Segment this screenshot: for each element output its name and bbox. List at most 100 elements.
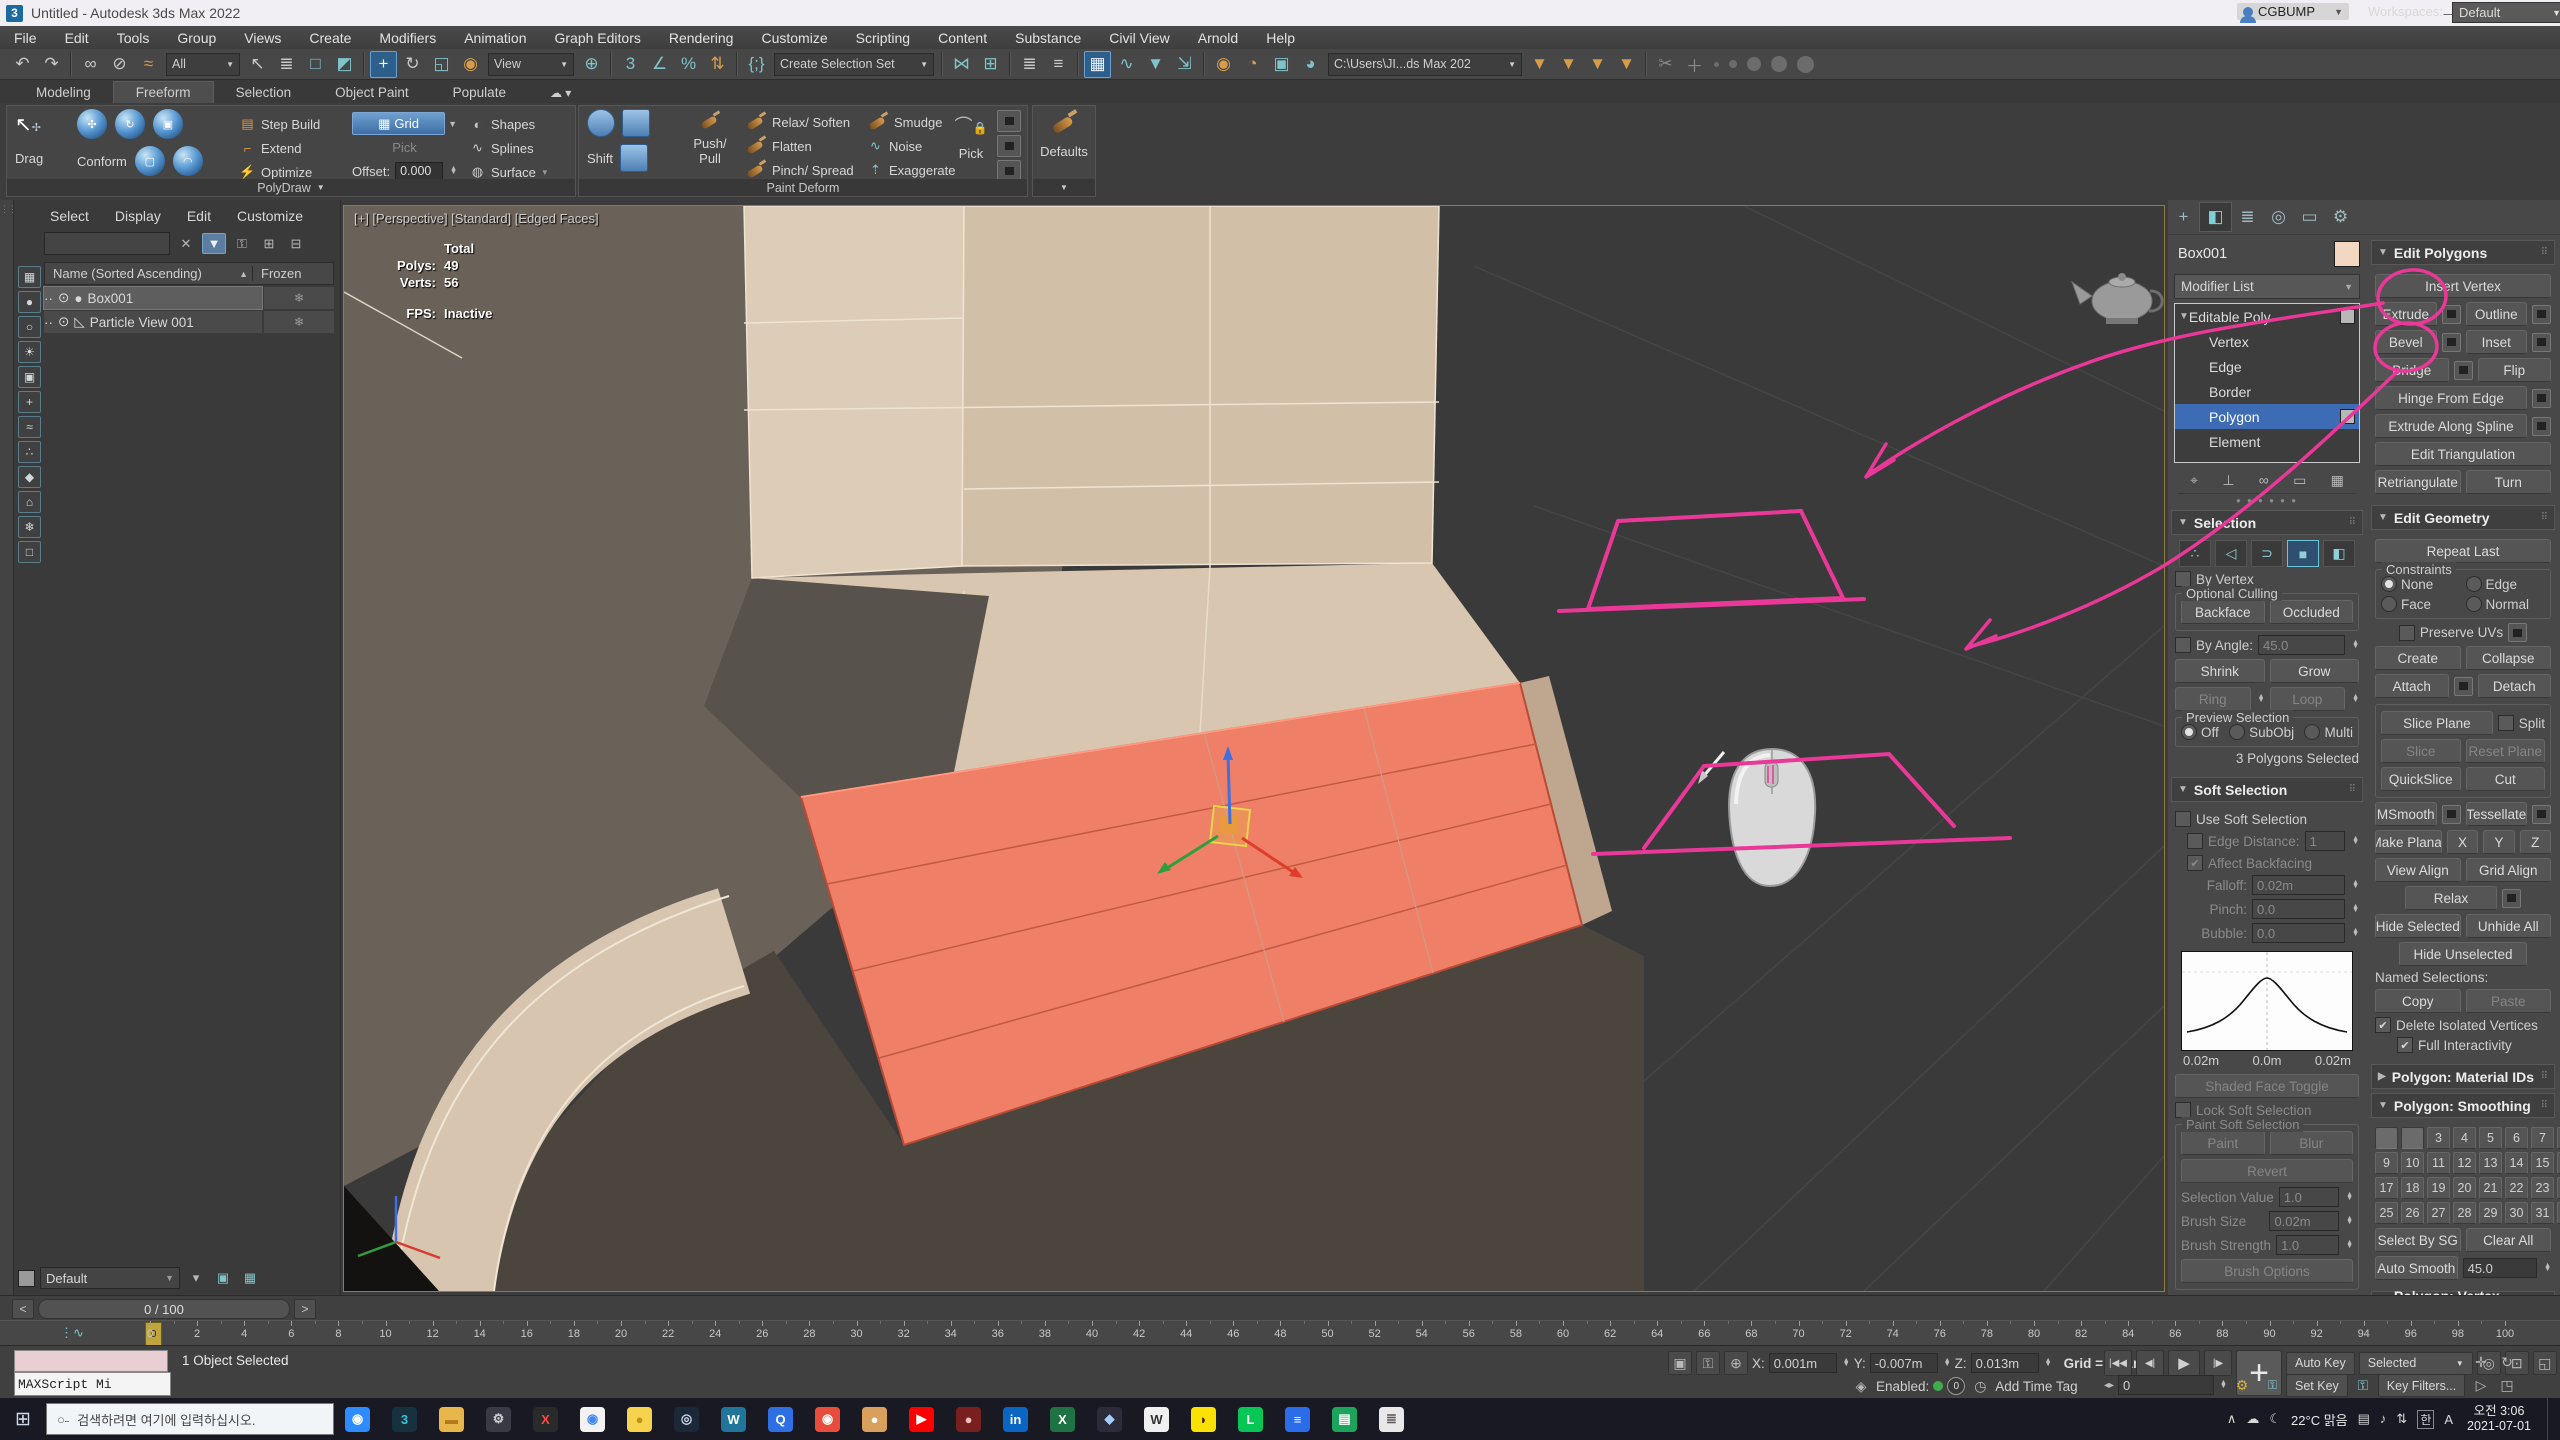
align-icon[interactable]: ⊞ <box>977 51 1004 78</box>
show-frozen-icon[interactable]: ❄ <box>18 516 41 538</box>
render-preset-3-icon[interactable]: ▼ <box>1584 51 1611 78</box>
stack-item-edge[interactable]: Edge <box>2175 354 2359 379</box>
select-by-name-icon[interactable]: ≣ <box>273 51 300 78</box>
render-preset-1-icon[interactable]: ▼ <box>1526 51 1553 78</box>
tray-network-icon[interactable]: ⇅ <box>2396 1411 2407 1427</box>
defaults-button[interactable]: Defaults <box>1033 106 1095 159</box>
rendered-frame-window-icon[interactable]: ▣ <box>1268 51 1295 78</box>
taskbar-app-x[interactable]: X <box>522 1398 569 1440</box>
object-color-swatch[interactable] <box>2334 241 2360 267</box>
split-checkbox[interactable] <box>2498 715 2514 731</box>
taskbar-app-steam[interactable]: ◎ <box>663 1398 710 1440</box>
menu-substance[interactable]: Substance <box>1001 30 1095 46</box>
clear-search-icon[interactable]: ✕ <box>175 234 197 253</box>
polydraw-caption[interactable]: PolyDraw▼ <box>7 179 575 196</box>
constraint-edge-radio[interactable] <box>2466 576 2482 592</box>
subobj-element-icon[interactable]: ◧ <box>2323 540 2355 567</box>
grow-button[interactable]: Grow <box>2270 659 2360 683</box>
project-folder-dropdown[interactable]: C:\Users\JI...ds Max 202▼ <box>1328 53 1522 76</box>
smoothing-group-20[interactable]: 20 <box>2453 1177 2476 1199</box>
y-coordinate-field[interactable]: -0.007m <box>1870 1353 1938 1373</box>
make-planar-x-button[interactable]: X <box>2447 830 2478 854</box>
explorer-search-input[interactable] <box>44 232 170 255</box>
taskbar-app-settings[interactable]: ⚙ <box>475 1398 522 1440</box>
conform-relax-brush[interactable]: ▢ <box>135 146 165 176</box>
render-preset-4-icon[interactable]: ▼ <box>1613 51 1640 78</box>
smoothing-group-30[interactable]: 30 <box>2505 1202 2528 1224</box>
smoothing-group-27[interactable]: 27 <box>2427 1202 2450 1224</box>
button-retriangulate[interactable]: Retriangulate <box>2375 470 2461 494</box>
taskbar-app-docs[interactable]: ≡ <box>1274 1398 1321 1440</box>
create-button[interactable]: Create <box>2375 646 2461 670</box>
remove-modifier-icon[interactable]: ▭ <box>2293 472 2306 489</box>
unlink-selection-icon[interactable]: ⊘ <box>106 51 133 78</box>
taskbar-app-excel[interactable]: X <box>1039 1398 1086 1440</box>
taskbar-app-q[interactable]: Q <box>757 1398 804 1440</box>
bind-to-space-warp-icon[interactable]: ≈ <box>135 51 162 78</box>
brush-strength-field[interactable]: 1.0 <box>2276 1235 2339 1255</box>
angle-snap-icon[interactable]: ∠ <box>646 51 673 78</box>
perspective-viewport[interactable]: [+] [Perspective] [Standard] [Edged Face… <box>343 205 2165 1292</box>
view-align-button[interactable]: View Align <box>2375 858 2461 882</box>
unhide-all-button[interactable]: Unhide All <box>2466 914 2552 938</box>
eye-icon[interactable]: ⊙ <box>58 290 69 306</box>
show-space-warps-icon[interactable]: ≈ <box>18 416 41 438</box>
play-button[interactable]: ▶ <box>2168 1350 2200 1376</box>
snaps-toggle-icon[interactable]: 3 <box>617 51 644 78</box>
time-config-gear-icon[interactable]: ⚙ <box>2231 1374 2253 1396</box>
copy-button[interactable]: Copy <box>2375 989 2461 1013</box>
material-editor-icon[interactable]: ◉ <box>1210 51 1237 78</box>
smoothing-group-7[interactable]: 7 <box>2531 1127 2554 1149</box>
bubble-field[interactable]: 0.0 <box>2252 923 2345 943</box>
previous-frame-button[interactable]: ◀| <box>2136 1350 2164 1376</box>
settings-icon-extrude[interactable] <box>2442 305 2461 324</box>
repeat-last-button[interactable]: Repeat Last <box>2375 539 2551 563</box>
quickslice-button[interactable]: QuickSlice <box>2381 767 2461 791</box>
offset-spinner[interactable]: ▲▼ <box>450 167 457 176</box>
auto-smooth-button[interactable]: Auto Smooth <box>2375 1256 2458 1280</box>
orbit-icon[interactable]: ↻ <box>2496 1351 2518 1373</box>
edit-polygons-rollout-header[interactable]: ▼Edit Polygons⠿ <box>2371 240 2555 265</box>
subobj-vertex-icon[interactable]: ∴ <box>2179 540 2211 567</box>
button-edit-triangulation[interactable]: Edit Triangulation <box>2375 442 2551 466</box>
smoothing-group-9[interactable]: 9 <box>2375 1152 2398 1174</box>
select-and-place-icon[interactable]: ◉ <box>457 51 484 78</box>
ribbon-tab-freeform[interactable]: Freeform <box>113 81 214 103</box>
preview-off-radio[interactable] <box>2181 724 2197 740</box>
explorer-menu-display[interactable]: Display <box>103 206 173 226</box>
paint-deform-caption[interactable]: Paint Deform <box>579 179 1027 196</box>
taskbar-app-wordpress[interactable]: W <box>710 1398 757 1440</box>
explorer-menu-select[interactable]: Select <box>38 206 101 226</box>
render-preset-2-icon[interactable]: ▼ <box>1555 51 1582 78</box>
slice-plane-button[interactable]: Slice Plane <box>2381 711 2493 735</box>
select-and-scale-icon[interactable]: ◱ <box>428 51 455 78</box>
smoothing-group-21[interactable]: 21 <box>2479 1177 2502 1199</box>
tab-hierarchy[interactable]: ≣ <box>2232 203 2263 231</box>
hide-selected-button[interactable]: Hide Selected <box>2375 914 2461 938</box>
menu-help[interactable]: Help <box>1252 30 1309 46</box>
settings-icon-outline[interactable] <box>2532 305 2551 324</box>
tab-motion[interactable]: ◎ <box>2263 203 2294 231</box>
toggle-ribbon-icon[interactable]: ▦ <box>1084 51 1111 78</box>
selection-rollout-header[interactable]: ▼Selection⠿ <box>2171 510 2363 535</box>
collapse-button[interactable]: Collapse <box>2466 646 2552 670</box>
use-soft-selection-checkbox[interactable] <box>2175 811 2191 827</box>
tray-sound-icon[interactable]: ♪ <box>2380 1411 2387 1427</box>
shift-rotate-brush[interactable] <box>622 109 650 137</box>
smoothing-group-4[interactable]: 4 <box>2453 1127 2476 1149</box>
row-name-cell[interactable]: ·· ⊙●Box001 <box>44 287 262 309</box>
button-bevel[interactable]: Bevel <box>2375 330 2437 354</box>
show-particle-systems-icon[interactable]: ∴ <box>18 441 41 463</box>
taskbar-app-zoom[interactable]: ◉ <box>334 1398 381 1440</box>
filter-icon[interactable]: ▼ <box>202 233 226 254</box>
next-frame-nav-button[interactable]: > <box>294 1299 316 1319</box>
render-setup-icon[interactable]: ◔ <box>1239 51 1266 78</box>
preserve-uvs-settings-icon[interactable] <box>2508 623 2527 642</box>
ime-korean-indicator[interactable]: 한 <box>2417 1410 2434 1429</box>
frozen-column-header[interactable]: Frozen <box>252 266 333 281</box>
eye-icon[interactable]: ⊙ <box>58 314 69 330</box>
ring-button[interactable]: Ring <box>2175 687 2251 711</box>
stack-toggle-icon[interactable] <box>2340 409 2355 424</box>
absolute-mode-icon[interactable]: ⊕ <box>1724 1351 1748 1375</box>
curve-editor-icon[interactable]: ∿ <box>1113 51 1140 78</box>
